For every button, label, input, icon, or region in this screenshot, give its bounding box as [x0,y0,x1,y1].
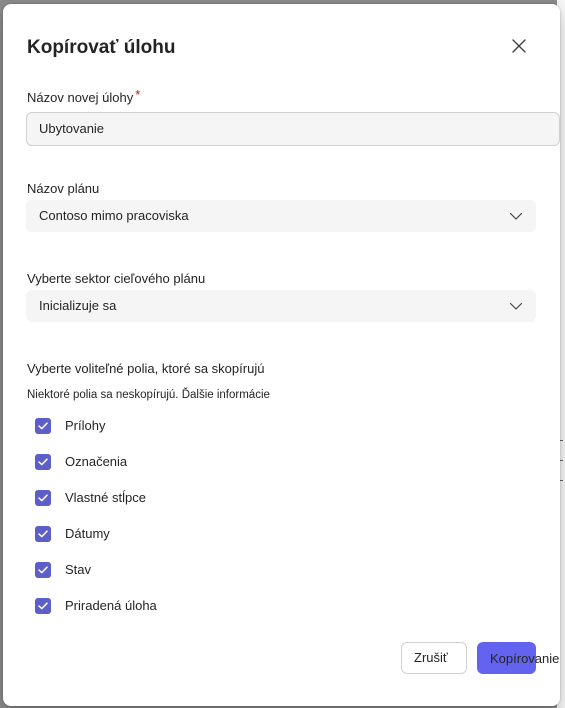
task-name-value: Ubytovanie [39,121,105,136]
chevron-down-icon [509,212,523,220]
checkmark-icon [38,494,48,502]
assignment-label: Priradená úloha [65,598,157,613]
status-label: Stav [65,562,92,577]
dialog-title: Kopírovať úlohu [27,37,176,58]
plan-name-dropdown[interactable]: Contoso mimo pracoviska [26,200,536,232]
assignment-checkbox[interactable] [35,598,51,614]
plan-name-value: Contoso mimo pracoviska [39,208,189,223]
status-checkbox[interactable] [35,562,51,578]
optional-fields-title: Vyberte voliteľné polia, ktoré sa skopír… [27,361,265,376]
copy-button-label: Kopírovanie [490,651,560,666]
dates-checkbox[interactable] [35,526,51,542]
task-name-label-text: Názov novej úlohy [27,90,134,105]
checkbox-row-labels: Označenia [35,453,127,471]
info-text: Niektoré polia sa neskopírujú. [27,389,179,401]
bucket-label: Vyberte sektor cieľového plánu [27,271,206,286]
checkbox-row-dates: Dátumy [35,525,110,543]
plan-name-label: Názov plánu [27,181,100,196]
copy-button[interactable]: Kopírovanie [477,642,559,674]
chevron-down-icon [509,302,523,310]
close-button[interactable] [507,34,531,58]
custom-columns-checkbox[interactable] [35,490,51,506]
checkmark-icon [38,530,48,538]
copy-task-dialog: Kopírovať úlohu Názov novej úlohy * Ubyto… [3,4,560,706]
task-name-input[interactable]: Ubytovanie [26,112,560,146]
labels-checkbox[interactable] [35,454,51,470]
attachments-checkbox[interactable] [35,418,51,434]
labels-label: Označenia [65,454,128,469]
more-info-link[interactable]: Ďalšie informácie [182,389,270,401]
checkmark-icon [38,566,48,574]
checkmark-icon [38,602,48,610]
custom-columns-label: Vlastné stĺpce [65,490,146,505]
checkbox-row-status: Stav [35,561,91,579]
checkmark-icon [38,422,48,430]
bucket-value: Inicializuje sa [39,298,117,313]
optional-fields-info: Niektoré polia sa neskopírujú. Ďalšie in… [27,387,270,403]
checkbox-row-attachments: Prílohy [35,417,105,435]
bucket-dropdown[interactable]: Inicializuje sa [26,290,536,322]
attachments-label: Prílohy [65,418,106,433]
close-icon [512,39,526,53]
checkbox-row-assignment: Priradená úloha [35,597,157,615]
required-marker: * [135,87,141,102]
checkbox-row-custom-columns: Vlastné stĺpce [35,489,146,507]
checkmark-icon [38,458,48,466]
dates-label: Dátumy [65,526,110,541]
task-name-label: Názov novej úlohy * [27,87,141,107]
cancel-button[interactable]: Zrušiť [401,642,467,674]
